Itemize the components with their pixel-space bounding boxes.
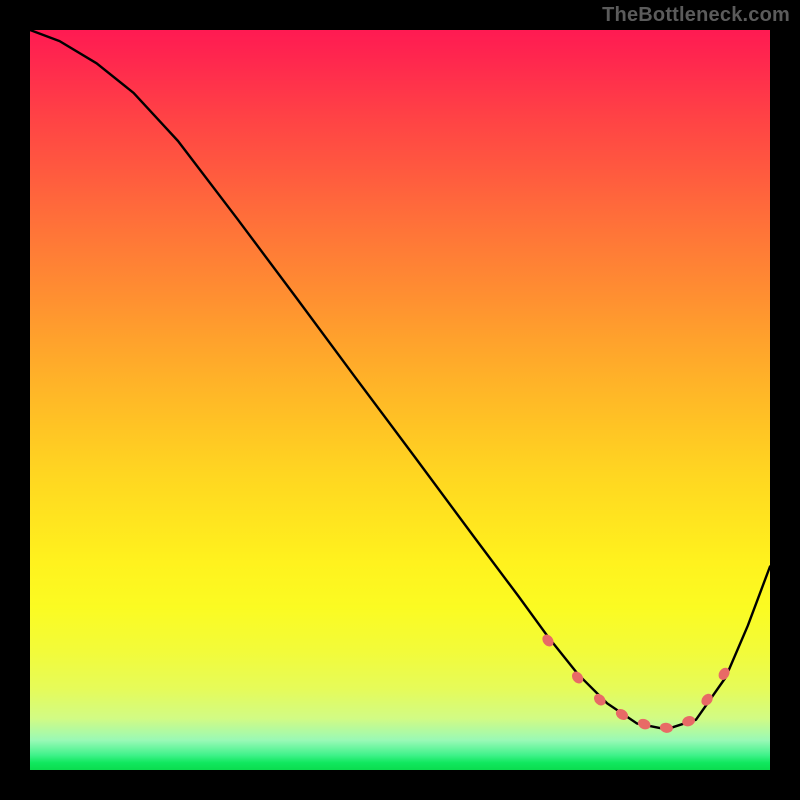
marker-group: [540, 632, 732, 734]
marker-dot: [592, 692, 608, 708]
marker-dot: [681, 715, 696, 728]
marker-dot: [636, 717, 652, 731]
plot-area: [30, 30, 770, 770]
curve-path: [30, 30, 770, 729]
chart-svg: [30, 30, 770, 770]
chart-stage: TheBottleneck.com: [0, 0, 800, 800]
marker-dot: [540, 632, 556, 648]
marker-dot: [570, 669, 586, 685]
watermark-label: TheBottleneck.com: [602, 4, 790, 27]
marker-dot: [659, 722, 673, 734]
